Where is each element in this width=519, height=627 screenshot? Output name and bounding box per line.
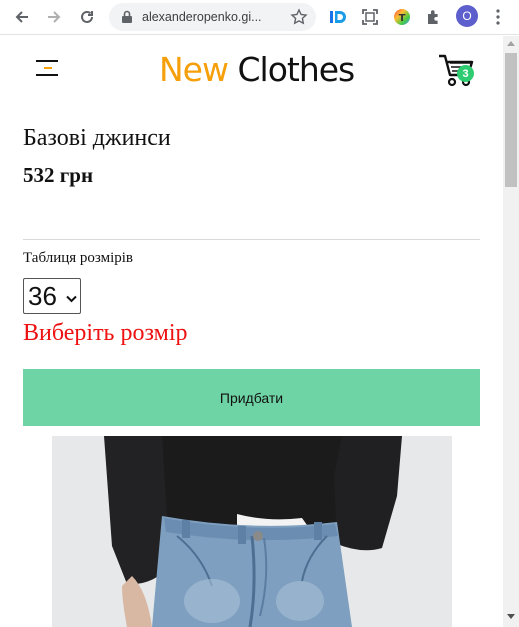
back-icon[interactable] bbox=[11, 6, 33, 28]
id-extension-icon[interactable] bbox=[328, 7, 348, 27]
screenshot-icon[interactable] bbox=[360, 7, 380, 27]
brand-main-text: Clothes bbox=[237, 50, 355, 89]
product-title: Базові джинси bbox=[23, 125, 171, 151]
browser-toolbar: alexanderopenko.gi... T O bbox=[0, 0, 519, 35]
jeans-photo bbox=[52, 436, 452, 627]
bookmark-star-icon[interactable] bbox=[290, 8, 308, 31]
forward-icon[interactable] bbox=[43, 6, 65, 28]
site-logo[interactable]: New Clothes bbox=[159, 50, 355, 89]
scroll-up-icon[interactable] bbox=[507, 41, 515, 46]
buy-button[interactable]: Придбати bbox=[23, 369, 480, 426]
more-menu-icon[interactable] bbox=[491, 7, 505, 27]
cart-count-badge: 3 bbox=[457, 65, 474, 82]
size-select[interactable]: 36 bbox=[23, 278, 81, 314]
profile-avatar[interactable]: O bbox=[456, 5, 478, 27]
page-viewport: New Clothes 3 Базові джинси 532 грн Табл… bbox=[0, 36, 503, 627]
reload-icon[interactable] bbox=[76, 6, 98, 28]
divider bbox=[23, 239, 480, 240]
hamburger-menu-icon[interactable] bbox=[36, 58, 58, 78]
chevron-down-icon bbox=[66, 290, 77, 308]
size-table-link[interactable]: Таблиця розмірів bbox=[23, 250, 133, 267]
lock-icon bbox=[121, 10, 133, 29]
page-scrollbar[interactable] bbox=[503, 36, 519, 627]
url-text: alexanderopenko.gi... bbox=[142, 10, 262, 24]
size-error-message: Виберіть розмір bbox=[23, 320, 188, 346]
address-bar[interactable]: alexanderopenko.gi... bbox=[109, 3, 316, 31]
svg-text:T: T bbox=[399, 13, 406, 24]
colorful-t-extension-icon[interactable]: T bbox=[392, 7, 412, 27]
brand-accent-text: New bbox=[159, 50, 229, 89]
product-price: 532 грн bbox=[23, 163, 94, 187]
scroll-thumb[interactable] bbox=[505, 53, 517, 187]
size-select-value: 36 bbox=[28, 281, 57, 311]
puzzle-extensions-icon[interactable] bbox=[424, 7, 444, 27]
scroll-down-icon[interactable] bbox=[507, 614, 515, 619]
